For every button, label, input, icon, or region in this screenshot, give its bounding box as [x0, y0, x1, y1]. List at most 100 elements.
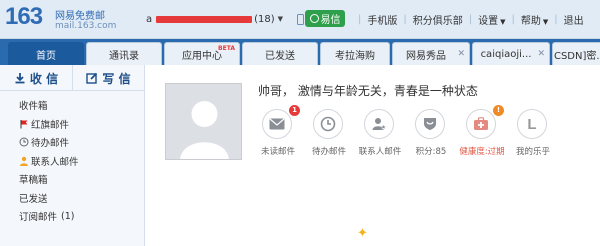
folder-list: 收件箱 红旗邮件 待办邮件 联系人邮件 草稿箱 已发送 订阅邮件 (1) — [0, 96, 145, 226]
sidebar-item-label: 收件箱 — [19, 101, 48, 113]
sidebar-item-flagged[interactable]: 红旗邮件 — [0, 115, 145, 134]
chevron-down-icon[interactable]: ▼ — [278, 15, 283, 23]
tab-kaola[interactable]: 考拉海购 — [320, 42, 390, 65]
stat-label: 积分:85 — [415, 147, 447, 157]
tab-label: 应用中心 — [182, 50, 222, 62]
logo-text: 网易免费邮 — [55, 11, 105, 22]
phone-icon[interactable] — [297, 13, 305, 25]
write-button[interactable]: 写 信 — [72, 65, 144, 91]
sidebar: 收 信 写 信 收件箱 红旗邮件 待办邮件 联系人邮件 草稿箱 已发送 订阅邮件… — [0, 65, 145, 246]
stat-label: 健康度:过期 — [459, 147, 505, 157]
link-points-club[interactable]: 积分俱乐部 — [413, 12, 463, 27]
contact-star-icon — [372, 118, 387, 130]
tab-label: [CSDN]密... — [552, 50, 600, 62]
sidebar-item-todo[interactable]: 待办邮件 — [0, 133, 145, 152]
stat-points[interactable]: 积分:85 — [407, 107, 455, 167]
close-icon[interactable]: ✕ — [537, 49, 545, 59]
link-mobile[interactable]: 手机版 — [367, 12, 397, 27]
tab-bar: 首页 通讯录 应用中心 BETA 已发送 考拉海购 网易秀品 ✕ caiqiao… — [0, 39, 600, 65]
greeting-motto: 帅哥， 激情与年龄无关，青春是一种状态 — [258, 84, 478, 98]
stat-label: 联系人邮件 — [358, 147, 402, 157]
tab-csdn[interactable]: [CSDN]密... — [552, 42, 600, 65]
divider: | — [403, 13, 407, 25]
chevron-down-icon: ▼ — [500, 17, 506, 26]
stat-circle — [415, 109, 445, 139]
lofter-icon: L — [527, 115, 537, 133]
sidebar-item-subscriptions[interactable]: 订阅邮件 (1) — [0, 207, 145, 226]
health-kit-icon — [474, 117, 488, 130]
unread-badge: 1 — [289, 105, 300, 116]
sidebar-item-label: 联系人邮件 — [31, 156, 79, 168]
close-icon[interactable]: ✕ — [457, 49, 465, 59]
unread-count: (18) — [254, 13, 275, 25]
default-avatar-icon — [180, 101, 229, 159]
link-help[interactable]: 帮助 ▼ — [521, 12, 548, 27]
tab-app-center[interactable]: 应用中心 BETA — [164, 42, 240, 65]
tab-label: caiqiaoji... — [480, 48, 532, 60]
sidebar-item-drafts[interactable]: 草稿箱 — [0, 170, 145, 189]
stat-circle: L — [517, 109, 547, 139]
logo-number: 163 — [5, 3, 43, 30]
sidebar-item-label: 红旗邮件 — [31, 119, 70, 131]
logo-domain: mail.163.com — [55, 21, 117, 31]
red-flag-icon — [20, 119, 28, 128]
stat-label: 待办邮件 — [311, 147, 346, 157]
sidebar-item-label: 草稿箱 — [19, 175, 48, 187]
download-icon — [15, 73, 25, 84]
link-settings-label: 设置 — [478, 15, 499, 27]
compose-actions: 收 信 写 信 — [0, 65, 145, 91]
sidebar-item-label: 待办邮件 — [31, 138, 70, 150]
tab-label: 考拉海购 — [335, 50, 375, 62]
sidebar-item-inbox[interactable]: 收件箱 — [0, 96, 145, 115]
tab-caiqiaoji[interactable]: caiqiaoji... ✕ — [472, 42, 550, 65]
sparkle-icon: ✦ — [357, 226, 368, 241]
clock-icon — [320, 116, 336, 132]
tab-sent[interactable]: 已发送 — [242, 42, 318, 65]
stat-contact-mail[interactable]: 联系人邮件 — [356, 107, 404, 167]
stat-health[interactable]: ! 健康度:过期 — [458, 105, 506, 167]
link-logout[interactable]: 退出 — [564, 12, 584, 27]
stat-todo-mail[interactable]: 待办邮件 — [305, 107, 353, 167]
yixin-button[interactable]: 易信 — [305, 10, 345, 27]
unread-count: (1) — [61, 210, 75, 222]
stat-circle — [313, 109, 343, 139]
write-label: 写 信 — [102, 71, 131, 86]
sidebar-item-label: 已发送 — [19, 193, 48, 205]
yixin-label: 易信 — [320, 15, 341, 26]
sidebar-item-sent[interactable]: 已发送 — [0, 189, 145, 208]
chevron-down-icon: ▼ — [542, 17, 549, 26]
receive-button[interactable]: 收 信 — [0, 65, 72, 91]
stat-lofter[interactable]: L 我的乐乎 — [509, 107, 557, 167]
tab-label: 首页 — [36, 50, 56, 62]
tab-contacts[interactable]: 通讯录 — [86, 42, 162, 65]
points-icon — [424, 118, 436, 130]
home-panel: 帅哥， 激情与年龄无关，青春是一种状态 1 未读邮件 待办邮件 联系人邮件 积分… — [146, 65, 600, 246]
tab-label: 网易秀品 — [406, 50, 446, 62]
user-name-initial: a — [146, 13, 153, 25]
top-bar: 163 网易免费邮 mail.163.com a (18) ▼ 易信 | 手机版… — [0, 0, 600, 39]
receive-label: 收 信 — [29, 71, 59, 86]
divider: | — [554, 13, 558, 25]
avatar[interactable] — [165, 83, 242, 160]
mail-icon — [269, 118, 285, 130]
stat-circle — [364, 109, 394, 139]
beta-badge: BETA — [218, 45, 235, 52]
user-account-menu[interactable]: a (18) ▼ — [146, 11, 305, 27]
tab-xiupin[interactable]: 网易秀品 ✕ — [392, 42, 470, 65]
sidebar-item-label: 订阅邮件 — [19, 212, 58, 224]
contact-icon — [20, 156, 28, 166]
tab-label: 已发送 — [265, 50, 295, 62]
edit-icon — [86, 72, 98, 84]
stat-circle — [262, 109, 292, 139]
divider: | — [511, 13, 515, 25]
top-links: | 手机版 | 积分俱乐部 | 设置 ▼ | 帮助 ▼ | 退出 — [352, 11, 584, 27]
link-settings[interactable]: 设置 ▼ — [478, 12, 505, 27]
clock-icon — [19, 137, 29, 147]
stat-label: 我的乐乎 — [515, 147, 550, 157]
sidebar-item-contact-mail[interactable]: 联系人邮件 — [0, 152, 145, 171]
link-help-label: 帮助 — [520, 15, 541, 27]
tab-home[interactable]: 首页 — [8, 42, 84, 65]
redacted-user-name — [156, 15, 253, 23]
stat-unread-mail[interactable]: 1 未读邮件 — [254, 105, 302, 167]
stats-row: 1 未读邮件 待办邮件 联系人邮件 积分:85 ! 健康度:过期 L 我的乐乎 — [254, 105, 557, 167]
